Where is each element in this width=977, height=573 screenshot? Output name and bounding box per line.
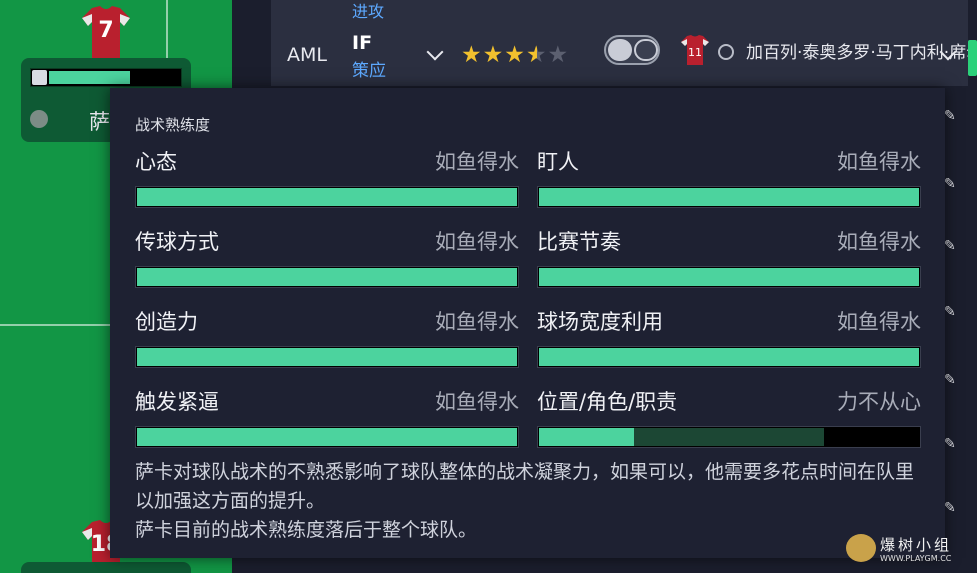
chevron-down-icon[interactable] — [426, 43, 444, 61]
role-toggle-icon[interactable] — [604, 35, 660, 65]
star-icon: ★ — [461, 42, 483, 68]
metric-value: 力不从心 — [837, 390, 921, 414]
metric-label: 位置/角色/职责 — [537, 390, 678, 414]
metric-label: 比赛节奏 — [537, 230, 621, 254]
familiarity-bar-fill — [49, 71, 130, 84]
metric-bar — [537, 346, 921, 368]
metric-bar — [135, 346, 519, 368]
shirt-number-text: 11 — [688, 46, 702, 59]
metric-bar-fill — [137, 348, 517, 366]
player-name: 萨 — [89, 110, 110, 134]
star-icon: ★ — [504, 42, 526, 68]
player-shirt-icon[interactable]: 7 — [78, 4, 134, 60]
metric-label: 触发紧逼 — [135, 390, 219, 414]
edit-icon[interactable]: ✎ — [944, 372, 958, 388]
player-shirt-number: 7 — [98, 18, 114, 43]
duty-label: 策应 — [352, 61, 386, 81]
metric-value: 如鱼得水 — [435, 390, 519, 414]
metric-value: 如鱼得水 — [837, 230, 921, 254]
metric-bar-fill — [539, 348, 919, 366]
metric-label: 创造力 — [135, 310, 198, 334]
list-row[interactable]: 进攻 — [271, 0, 968, 22]
list-row[interactable]: AML IF 策应 ★★★★★ 11 加百列·泰奥多罗·马丁内利·席尔瓦 — [271, 22, 977, 86]
person-icon — [30, 110, 48, 128]
familiarity-summary: 萨卡目前的战术熟练度落后于整个球队。 — [135, 519, 478, 541]
star-icon: ★ — [525, 42, 548, 68]
metric-label: 传球方式 — [135, 230, 219, 254]
metric-bar-potential — [634, 428, 824, 446]
watermark-logo-icon — [846, 534, 876, 562]
metric-label: 心态 — [135, 150, 177, 174]
metric-bar — [537, 426, 921, 448]
role-toggle-icon — [32, 70, 47, 85]
player-card[interactable] — [21, 562, 191, 573]
position-label: AML — [287, 44, 327, 66]
metric-bar-fill — [539, 268, 919, 286]
metric-bar-fill — [539, 188, 919, 206]
metric-bar-fill — [137, 428, 517, 446]
tactical-familiarity-panel: 战术熟练度 心态 如鱼得水 盯人 如鱼得水 传球方式 如鱼得水 比赛节奏 如鱼得… — [110, 88, 945, 558]
person-icon — [718, 44, 734, 60]
metric-bar — [537, 186, 921, 208]
familiarity-description: 萨卡对球队战术的不熟悉影响了球队整体的战术凝聚力，如果可以，他需要多花点时间在队… — [135, 461, 915, 512]
edit-icon[interactable]: ✎ — [944, 304, 958, 320]
edit-icon[interactable]: ✎ — [944, 238, 958, 254]
edit-icon[interactable]: ✎ — [944, 500, 958, 516]
watermark: 爆树小组 WWW.PLAYGM.CC — [846, 532, 971, 566]
panel-title: 战术熟练度 — [135, 116, 211, 134]
metric-value: 如鱼得水 — [435, 310, 519, 334]
metric-bar-fill — [137, 268, 517, 286]
duty-label: 进攻 — [352, 2, 385, 21]
star-icon: ★ — [482, 42, 505, 68]
metric-value: 如鱼得水 — [837, 150, 921, 174]
star-icon: ★ — [547, 42, 570, 68]
watermark-title: 爆树小组 — [880, 536, 953, 554]
role-rating-stars: ★★★★★ — [461, 42, 569, 68]
pitch-line — [166, 0, 168, 60]
metric-value: 如鱼得水 — [837, 310, 921, 334]
edit-icon[interactable]: ✎ — [944, 176, 958, 192]
selection-indicator — [968, 40, 977, 76]
edit-icon[interactable]: ✎ — [944, 436, 958, 452]
metric-bar-fill — [137, 188, 517, 206]
familiarity-bar — [30, 68, 182, 87]
metric-bar — [135, 266, 519, 288]
role-label: IF — [352, 32, 373, 54]
metric-bar-fill — [539, 428, 634, 446]
metric-bar — [135, 186, 519, 208]
metric-label: 球场宽度利用 — [537, 310, 663, 334]
metric-bar — [135, 426, 519, 448]
watermark-url: WWW.PLAYGM.CC — [880, 554, 952, 563]
metric-label: 盯人 — [537, 150, 579, 174]
metric-value: 如鱼得水 — [435, 150, 519, 174]
shirt-icon: 11 — [680, 34, 710, 66]
metric-bar — [537, 266, 921, 288]
edit-icon[interactable]: ✎ — [944, 108, 958, 124]
metric-value: 如鱼得水 — [435, 230, 519, 254]
